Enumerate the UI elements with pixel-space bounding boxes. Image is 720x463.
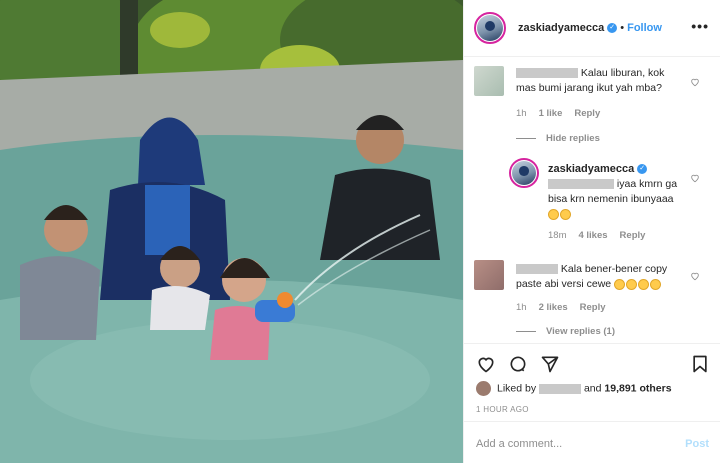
laughing-emoji-icon <box>650 278 662 290</box>
view-replies-button[interactable]: View replies (1) <box>516 326 615 337</box>
comment-meta: 1h 2 likes Reply <box>516 302 618 313</box>
reply-body: zaskiadyamecca ✓ iyaa kmrn ga bisa krn ne… <box>548 162 688 222</box>
like-comment-heart-icon[interactable] <box>690 268 700 281</box>
author-avatar[interactable] <box>474 12 506 44</box>
share-icon[interactable] <box>540 354 560 374</box>
reply-button[interactable]: Reply <box>580 302 606 313</box>
reply-button[interactable]: Reply <box>620 230 646 241</box>
smile-emoji-icon <box>560 208 571 220</box>
reply-button[interactable]: Reply <box>574 108 600 119</box>
replies-divider <box>516 330 536 332</box>
add-comment-input[interactable]: Add a comment... <box>476 438 562 450</box>
more-icon[interactable]: ••• <box>691 18 709 34</box>
comment-body: Kala bener-bener copy paste abi versi ce… <box>516 262 686 292</box>
comment-meta: 1h 1 like Reply <box>516 108 612 119</box>
commenter-avatar[interactable] <box>474 260 504 290</box>
others-count[interactable]: 19,891 others <box>604 382 671 394</box>
comment-icon[interactable] <box>508 354 528 374</box>
post-comment-button[interactable]: Post <box>685 438 709 450</box>
bookmark-icon[interactable] <box>690 354 710 374</box>
comment-list: Kalau liburan, kok mas bumi jarang ikut … <box>464 58 720 343</box>
hide-replies-label: Hide replies <box>546 133 600 144</box>
hide-replies-button[interactable]: Hide replies <box>516 133 600 144</box>
liked-by-line: Liked by and 19,891 others <box>476 381 672 396</box>
redacted-username <box>516 68 578 79</box>
comment-likes[interactable]: 1 like <box>539 108 563 119</box>
redacted-liker <box>539 383 582 394</box>
redacted-username <box>516 264 558 275</box>
post-header: zaskiadyamecca ✓ • Follow ••• <box>464 0 720 57</box>
verified-icon: ✓ <box>607 23 618 34</box>
post-sidebar: zaskiadyamecca ✓ • Follow ••• Kalau liburan… <box>463 0 720 463</box>
separator-dot: • <box>620 22 625 34</box>
and-label: and <box>583 382 602 395</box>
view-replies-label: View replies (1) <box>546 326 615 337</box>
comment-likes[interactable]: 2 likes <box>539 302 568 313</box>
smile-emoji-icon <box>548 208 559 220</box>
add-comment-bar: Add a comment... Post <box>464 421 720 463</box>
pool-family-photo <box>0 0 463 463</box>
replies-divider <box>516 137 536 139</box>
laughing-emoji-icon <box>626 278 638 290</box>
laughing-emoji-icon <box>614 278 626 290</box>
laughing-emoji-icon <box>638 278 650 290</box>
like-comment-heart-icon[interactable] <box>690 74 700 87</box>
author-username[interactable]: zaskiadyamecca <box>518 22 604 34</box>
commenter-avatar[interactable] <box>474 66 504 96</box>
like-reply-heart-icon[interactable] <box>690 170 700 183</box>
comment-age: 1h <box>516 302 527 313</box>
action-bar: Liked by and 19,891 others 1 HOUR AGO <box>464 343 720 421</box>
post-photo[interactable] <box>0 0 463 463</box>
post-timestamp[interactable]: 1 HOUR AGO <box>476 405 529 414</box>
liker-avatar[interactable] <box>476 381 491 396</box>
reply-meta: 18m 4 likes Reply <box>548 230 657 241</box>
reply-author-avatar[interactable] <box>509 158 539 188</box>
reply-username[interactable]: zaskiadyamecca <box>548 163 634 175</box>
follow-button[interactable]: Follow <box>627 22 662 34</box>
comment-body: Kalau liburan, kok mas bumi jarang ikut … <box>516 66 686 96</box>
verified-icon: ✓ <box>637 164 648 175</box>
liked-by-label: Liked by <box>497 382 537 395</box>
redacted-mention <box>548 179 614 190</box>
heart-icon[interactable] <box>476 354 496 374</box>
reply-age: 18m <box>548 230 567 241</box>
author-line: zaskiadyamecca ✓ • Follow <box>518 22 662 34</box>
comment-age: 1h <box>516 108 527 119</box>
reply-likes[interactable]: 4 likes <box>578 230 607 241</box>
